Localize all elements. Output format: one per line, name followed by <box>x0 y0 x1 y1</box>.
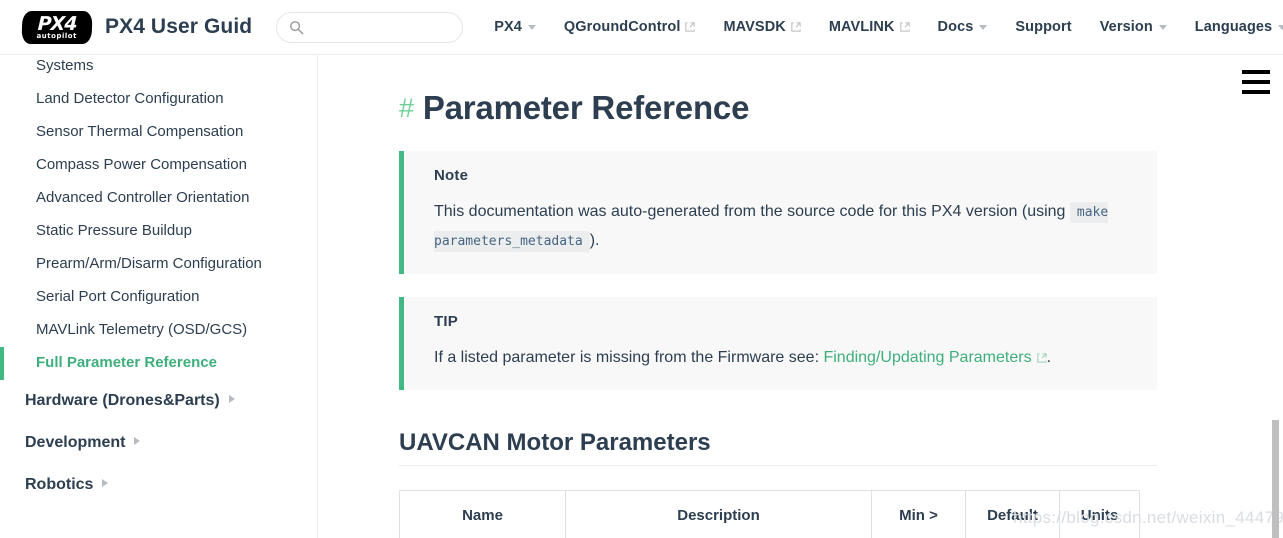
external-link-icon <box>899 22 910 32</box>
tip-text-before: If a listed parameter is missing from th… <box>434 349 820 366</box>
nav-item-version[interactable]: Version <box>1086 19 1181 35</box>
sidebar-item-static-pressure-buildup[interactable]: Static Pressure Buildup <box>0 215 317 248</box>
external-link-icon <box>685 22 696 32</box>
search-input[interactable] <box>312 18 463 36</box>
top-navbar: PX4 autopilot PX4 User Guid PX4 QGroundC… <box>0 0 1283 55</box>
table-header-row: Name Description Min > Default Units <box>399 490 1140 538</box>
site-title: PX4 User Guid <box>105 15 253 38</box>
table-header-units: Units <box>1059 490 1140 538</box>
nav-item-mavlink[interactable]: MAVLINK <box>815 19 924 35</box>
note-block: Note This documentation was auto-generat… <box>399 151 1157 274</box>
sidebar-item-compass-power-compensation[interactable]: Compass Power Compensation <box>0 149 317 182</box>
note-title: Note <box>434 167 469 184</box>
px4-logo-main-text: PX4 <box>37 12 77 35</box>
tip-block: TIP If a listed parameter is missing fro… <box>399 297 1157 390</box>
sidebar: Systems Land Detector Configuration Sens… <box>0 55 318 538</box>
sidebar-group-development[interactable]: Development <box>0 422 317 464</box>
sidebar-item-sensor-thermal-compensation[interactable]: Sensor Thermal Compensation <box>0 116 317 149</box>
nav-links: PX4 QGroundControl MAVSDK MAVLINK Docs S… <box>480 0 1283 54</box>
nav-label: PX4 <box>494 19 522 35</box>
nav-item-mavsdk[interactable]: MAVSDK <box>709 19 814 35</box>
external-link-icon <box>791 22 801 32</box>
nav-label: Docs <box>937 19 974 35</box>
px4-logo-icon: PX4 autopilot <box>21 10 93 44</box>
nav-item-px4[interactable]: PX4 <box>480 19 550 35</box>
hamburger-bar <box>1242 70 1270 74</box>
sidebar-group-label: Robotics <box>25 475 94 493</box>
table-header-default: Default <box>965 490 1060 538</box>
chevron-down-icon <box>979 24 988 30</box>
main-content: # Parameter Reference Note This documenta… <box>319 55 1283 538</box>
nav-label: Languages <box>1194 19 1273 35</box>
sidebar-group-robotics[interactable]: Robotics <box>0 464 317 506</box>
nav-label: MAVSDK <box>723 19 786 35</box>
chevron-down-icon <box>527 24 536 30</box>
hamburger-menu-icon[interactable] <box>1242 70 1272 94</box>
sidebar-group-label: Hardware (Drones&Parts) <box>25 391 220 409</box>
sidebar-item-full-parameter-reference[interactable]: Full Parameter Reference <box>0 346 317 380</box>
sidebar-group-hardware[interactable]: Hardware (Drones&Parts) <box>0 380 317 422</box>
tip-text-after: . <box>1046 349 1052 366</box>
list-item: MAVLink Telemetry (OSD/GCS) <box>0 314 317 347</box>
list-item: Development <box>0 422 317 464</box>
list-item: Sensor Thermal Compensation <box>0 116 317 149</box>
search-icon <box>289 20 304 35</box>
table-head: Name Description Min > Default Units <box>399 490 1140 538</box>
sidebar-item-systems[interactable]: Systems <box>0 55 317 83</box>
note-text-after: ). <box>589 232 600 249</box>
finding-updating-parameters-link[interactable]: Finding/Updating Parameters <box>823 349 1031 366</box>
content-wrapper: # Parameter Reference Note This documenta… <box>319 88 1219 538</box>
nav-item-languages[interactable]: Languages <box>1181 19 1283 35</box>
hamburger-bar <box>1242 80 1270 84</box>
sidebar-item-mavlink-telemetry[interactable]: MAVLink Telemetry (OSD/GCS) <box>0 314 317 347</box>
nav-label: Support <box>1015 19 1072 35</box>
list-item: Full Parameter Reference <box>0 346 317 380</box>
sidebar-scrollbar-thumb[interactable] <box>1272 420 1279 538</box>
nav-item-support[interactable]: Support <box>1001 19 1085 35</box>
list-item: Land Detector Configuration <box>0 83 317 116</box>
nav-label: MAVLINK <box>828 19 895 35</box>
list-item: Systems <box>0 55 317 83</box>
list-item: Static Pressure Buildup <box>0 215 317 248</box>
nav-label: QGroundControl <box>563 19 681 35</box>
parameter-table: Name Description Min > Default Units <box>399 490 1140 538</box>
list-item: Compass Power Compensation <box>0 149 317 182</box>
px4-logo-sub-text: autopilot <box>36 31 77 40</box>
sidebar-group-label: Development <box>25 433 126 451</box>
page-title: # Parameter Reference <box>399 88 1157 128</box>
nav-item-docs[interactable]: Docs <box>924 19 1002 35</box>
search-box[interactable] <box>276 11 464 43</box>
hamburger-bar <box>1242 90 1270 94</box>
nav-label: Version <box>1099 19 1153 35</box>
tip-body: If a listed parameter is missing from th… <box>434 344 1129 372</box>
section-title-uavcan-motor-parameters: UAVCAN Motor Parameters <box>399 428 1157 466</box>
chevron-right-icon <box>134 436 141 445</box>
chevron-down-icon <box>1158 24 1167 30</box>
table-header-min: Min > <box>871 490 966 538</box>
table-header-description: Description <box>565 490 872 538</box>
note-text-before: This documentation was auto-generated fr… <box>434 203 1066 220</box>
table-header-name: Name <box>399 490 566 538</box>
header-anchor-icon[interactable]: # <box>399 93 414 123</box>
list-item: Prearm/Arm/Disarm Configuration <box>0 248 317 281</box>
sidebar-list: Systems Land Detector Configuration Sens… <box>0 55 317 506</box>
list-item: Advanced Controller Orientation <box>0 182 317 215</box>
chevron-right-icon <box>228 394 235 403</box>
sidebar-item-serial-port-configuration[interactable]: Serial Port Configuration <box>0 281 317 314</box>
sidebar-item-advanced-controller-orientation[interactable]: Advanced Controller Orientation <box>0 182 317 215</box>
sidebar-item-prearm-arm-disarm-configuration[interactable]: Prearm/Arm/Disarm Configuration <box>0 248 317 281</box>
note-body: This documentation was auto-generated fr… <box>434 198 1129 256</box>
chevron-right-icon <box>102 478 109 487</box>
list-item: Robotics <box>0 464 317 506</box>
nav-item-qgroundcontrol[interactable]: QGroundControl <box>550 19 710 35</box>
page-title-text: Parameter Reference <box>422 89 750 126</box>
list-item: Serial Port Configuration <box>0 281 317 314</box>
external-link-icon <box>1036 353 1047 363</box>
list-item: Hardware (Drones&Parts) <box>0 380 317 422</box>
sidebar-item-land-detector-configuration[interactable]: Land Detector Configuration <box>0 83 317 116</box>
tip-title: TIP <box>434 313 458 330</box>
brand-home-link[interactable]: PX4 autopilot PX4 User Guid <box>21 10 253 44</box>
chevron-down-icon <box>1278 24 1283 30</box>
